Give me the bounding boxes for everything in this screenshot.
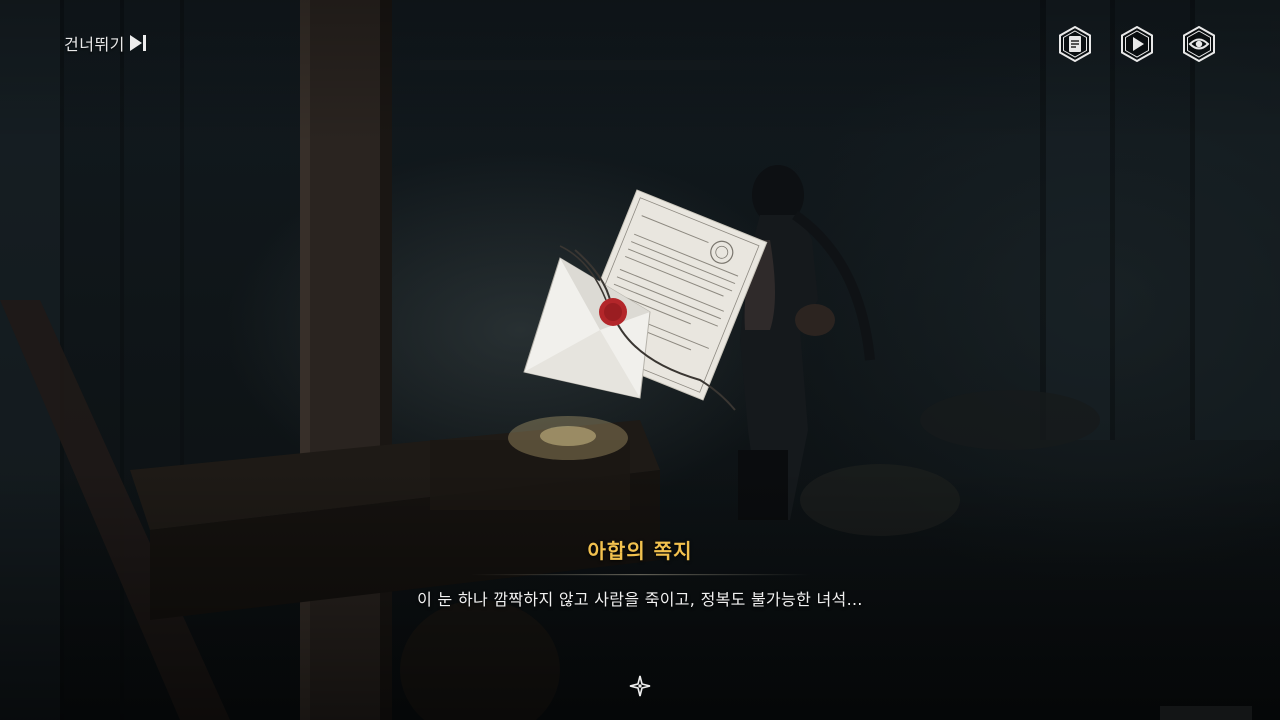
skip-button[interactable]: 건너뛰기 bbox=[64, 31, 147, 55]
dialogue-text: 이 눈 하나 깜짝하지 않고 사람을 죽이고, 정복도 불가능한 녀석… bbox=[417, 590, 863, 609]
scene-vignette bbox=[0, 0, 1280, 720]
skip-label: 건너뛰기 bbox=[64, 35, 125, 54]
sparkle-next-icon bbox=[629, 675, 651, 697]
next-dialogue-button[interactable] bbox=[628, 674, 652, 698]
speaker-name: 아합의 쪽지 bbox=[587, 539, 693, 563]
eye-icon bbox=[1183, 26, 1215, 62]
log-button[interactable] bbox=[1058, 26, 1092, 62]
hide-ui-button[interactable] bbox=[1182, 26, 1216, 62]
auto-play-button[interactable] bbox=[1120, 26, 1154, 62]
skip-forward-icon bbox=[129, 33, 147, 53]
dialogue-divider bbox=[470, 574, 810, 576]
corner-tab bbox=[1160, 706, 1252, 720]
document-log-icon bbox=[1059, 26, 1091, 62]
play-icon bbox=[1121, 26, 1153, 62]
game-scene[interactable]: 건너뛰기 아합의 쪽지 이 눈 하나 깜짝하지 않고 사람을 죽이고, 정복도 … bbox=[0, 0, 1280, 720]
